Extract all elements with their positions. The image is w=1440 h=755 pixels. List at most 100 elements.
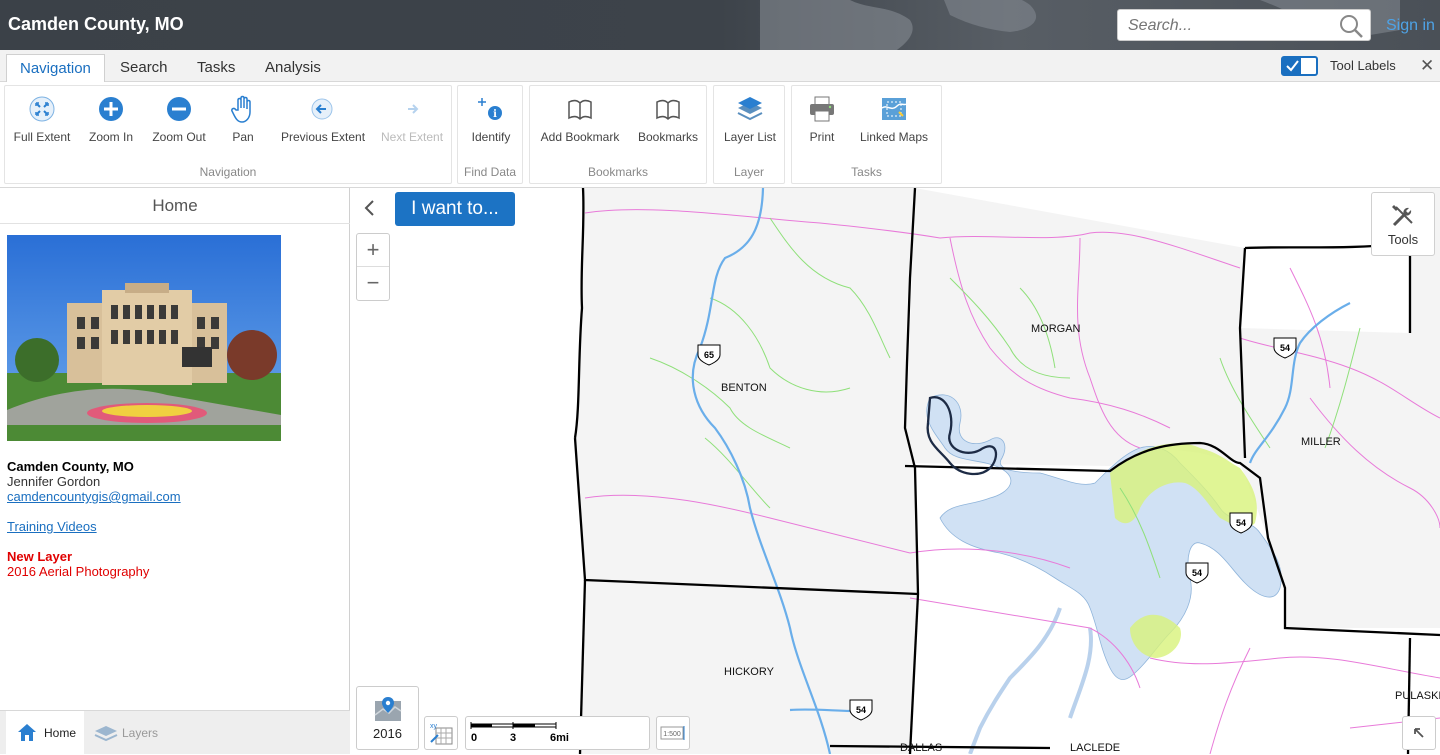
book-add-icon <box>568 99 592 121</box>
panel-bottom-tabs: Home Layers <box>0 710 350 755</box>
check-icon <box>1286 60 1299 72</box>
next-extent-label: Next Extent <box>381 130 444 144</box>
group-label-navigation: Navigation <box>199 165 257 179</box>
svg-text:i: i <box>493 109 497 120</box>
scale-ratio-icon: 1:500 <box>660 726 685 740</box>
print-label: Print <box>809 130 835 144</box>
svg-text:xy: xy <box>430 723 438 730</box>
chevron-left-icon <box>364 200 374 216</box>
courthouse-photo <box>7 235 281 441</box>
bookmarks-button[interactable]: Bookmarks <box>636 94 700 144</box>
sign-in-link[interactable]: Sign in <box>1386 17 1435 35</box>
toolbar-group-find-data: i Identify Find Data <box>457 85 523 184</box>
previous-extent-button[interactable]: Previous Extent <box>281 94 366 144</box>
bottom-tab-home[interactable]: Home <box>6 711 84 755</box>
layers-icon <box>737 97 763 121</box>
county-label: MORGAN <box>1031 323 1081 335</box>
tool-labels-toggle[interactable] <box>1281 56 1318 76</box>
wrench-screwdriver-icon <box>1392 205 1413 227</box>
county-label: MILLER <box>1301 436 1341 448</box>
map-zoom-control: + − <box>356 233 390 301</box>
highway-label: 54 <box>1280 343 1290 353</box>
search-input[interactable] <box>1126 15 1331 37</box>
highway-label: 54 <box>856 705 866 715</box>
layer-list-button[interactable]: Layer List <box>722 94 778 144</box>
map-zoom-in-button[interactable]: + <box>357 234 389 267</box>
search-icon[interactable] <box>1338 13 1364 39</box>
identify-button[interactable]: i Identify <box>469 94 513 144</box>
county-label: LACLEDE <box>1070 742 1121 754</box>
scale-tick: 0 <box>471 732 478 744</box>
expand-corner-button[interactable] <box>1402 716 1436 750</box>
previous-extent-label: Previous Extent <box>281 130 366 144</box>
basemap-location-icon <box>374 697 401 721</box>
tools-label: Tools <box>1387 232 1419 247</box>
close-ribbon-icon[interactable]: ✕ <box>1420 56 1434 76</box>
map-canvas: 65 54 54 54 54 <box>573 188 1440 754</box>
bottom-tab-home-label: Home <box>44 726 77 740</box>
tool-labels-label: Tool Labels <box>1330 58 1396 73</box>
scale-input-button[interactable]: 1:500 <box>656 716 690 750</box>
i-want-to-button[interactable]: I want to... <box>395 192 515 226</box>
full-extent-icon <box>29 96 55 122</box>
left-panel: Home Camden County, MO Jennifer Gordon c… <box>0 188 350 755</box>
arrow-up-left-icon <box>1414 728 1424 738</box>
highway-label: 54 <box>1192 568 1202 578</box>
tab-tasks[interactable]: Tasks <box>184 54 248 82</box>
map-view[interactable]: 65 54 54 54 54 BENTON MORGAN MILLER HICK… <box>350 188 1440 754</box>
add-bookmark-button[interactable]: Add Bookmark <box>540 94 620 144</box>
pan-button[interactable]: Pan <box>227 94 259 144</box>
toolbar-group-layer: Layer List Layer <box>713 85 785 184</box>
scale-tick: 6mi <box>550 732 569 744</box>
full-extent-label: Full Extent <box>13 130 71 144</box>
pan-label: Pan <box>232 130 254 144</box>
ribbon-tabs: Navigation Search Tasks Analysis Tool La… <box>0 50 1440 82</box>
forward-arrow-icon <box>408 104 419 114</box>
group-label-tasks: Tasks <box>851 165 882 179</box>
org-name: Camden County, MO <box>7 459 134 474</box>
linked-maps-icon <box>881 98 907 120</box>
group-label-layer: Layer <box>733 165 765 179</box>
print-button[interactable]: Print <box>806 94 838 144</box>
county-label: DALLAS <box>900 742 943 754</box>
identify-icon: i <box>478 98 502 120</box>
add-bookmark-label: Add Bookmark <box>540 130 620 144</box>
tab-navigation[interactable]: Navigation <box>6 54 105 82</box>
toolbar-group-tasks: Print Linked Maps Tasks <box>791 85 942 184</box>
back-arrow-icon <box>311 98 333 120</box>
panel-title: Home <box>0 188 350 224</box>
county-label: BENTON <box>721 382 767 394</box>
zoom-out-button[interactable]: Zoom Out <box>151 94 207 144</box>
zoom-in-button[interactable]: Zoom In <box>87 94 135 144</box>
tab-search[interactable]: Search <box>107 54 181 82</box>
collapse-panel-button[interactable] <box>357 194 383 222</box>
identify-label: Identify <box>471 130 511 144</box>
scale-tick: 3 <box>510 732 517 744</box>
training-videos-link[interactable]: Training Videos <box>7 519 97 534</box>
next-extent-button[interactable]: Next Extent <box>381 94 443 144</box>
app-header: Camden County, MO Sign in <box>0 0 1440 50</box>
basemap-year: 2016 <box>373 726 402 741</box>
layers-icon <box>94 726 118 742</box>
tools-button[interactable]: Tools <box>1371 192 1435 256</box>
basemap-button[interactable]: 2016 <box>356 686 419 750</box>
toolbar-group-navigation: Full Extent Zoom In Zoom Out Pan Previou… <box>4 85 452 184</box>
search-box[interactable] <box>1117 9 1371 41</box>
contact-name: Jennifer Gordon <box>7 474 101 489</box>
measure-button[interactable]: xy <box>424 716 458 750</box>
new-layer-heading: New Layer <box>7 549 73 564</box>
email-link[interactable]: camdencountygis@gmail.com <box>7 489 181 504</box>
highway-label: 54 <box>1236 518 1246 528</box>
app-title: Camden County, MO <box>8 14 184 34</box>
linked-maps-button[interactable]: Linked Maps <box>858 94 930 144</box>
zoom-out-label: Zoom Out <box>152 130 206 144</box>
book-icon <box>656 99 680 121</box>
bottom-tab-layers[interactable]: Layers <box>90 711 180 755</box>
tab-analysis[interactable]: Analysis <box>252 54 334 82</box>
highway-label: 65 <box>704 350 714 360</box>
layer-list-label: Layer List <box>723 130 777 144</box>
measure-grid-icon: xy <box>430 723 453 745</box>
full-extent-button[interactable]: Full Extent <box>13 94 71 144</box>
map-zoom-out-button[interactable]: − <box>357 267 389 300</box>
scale-bar: 0 3 6mi <box>465 716 650 750</box>
